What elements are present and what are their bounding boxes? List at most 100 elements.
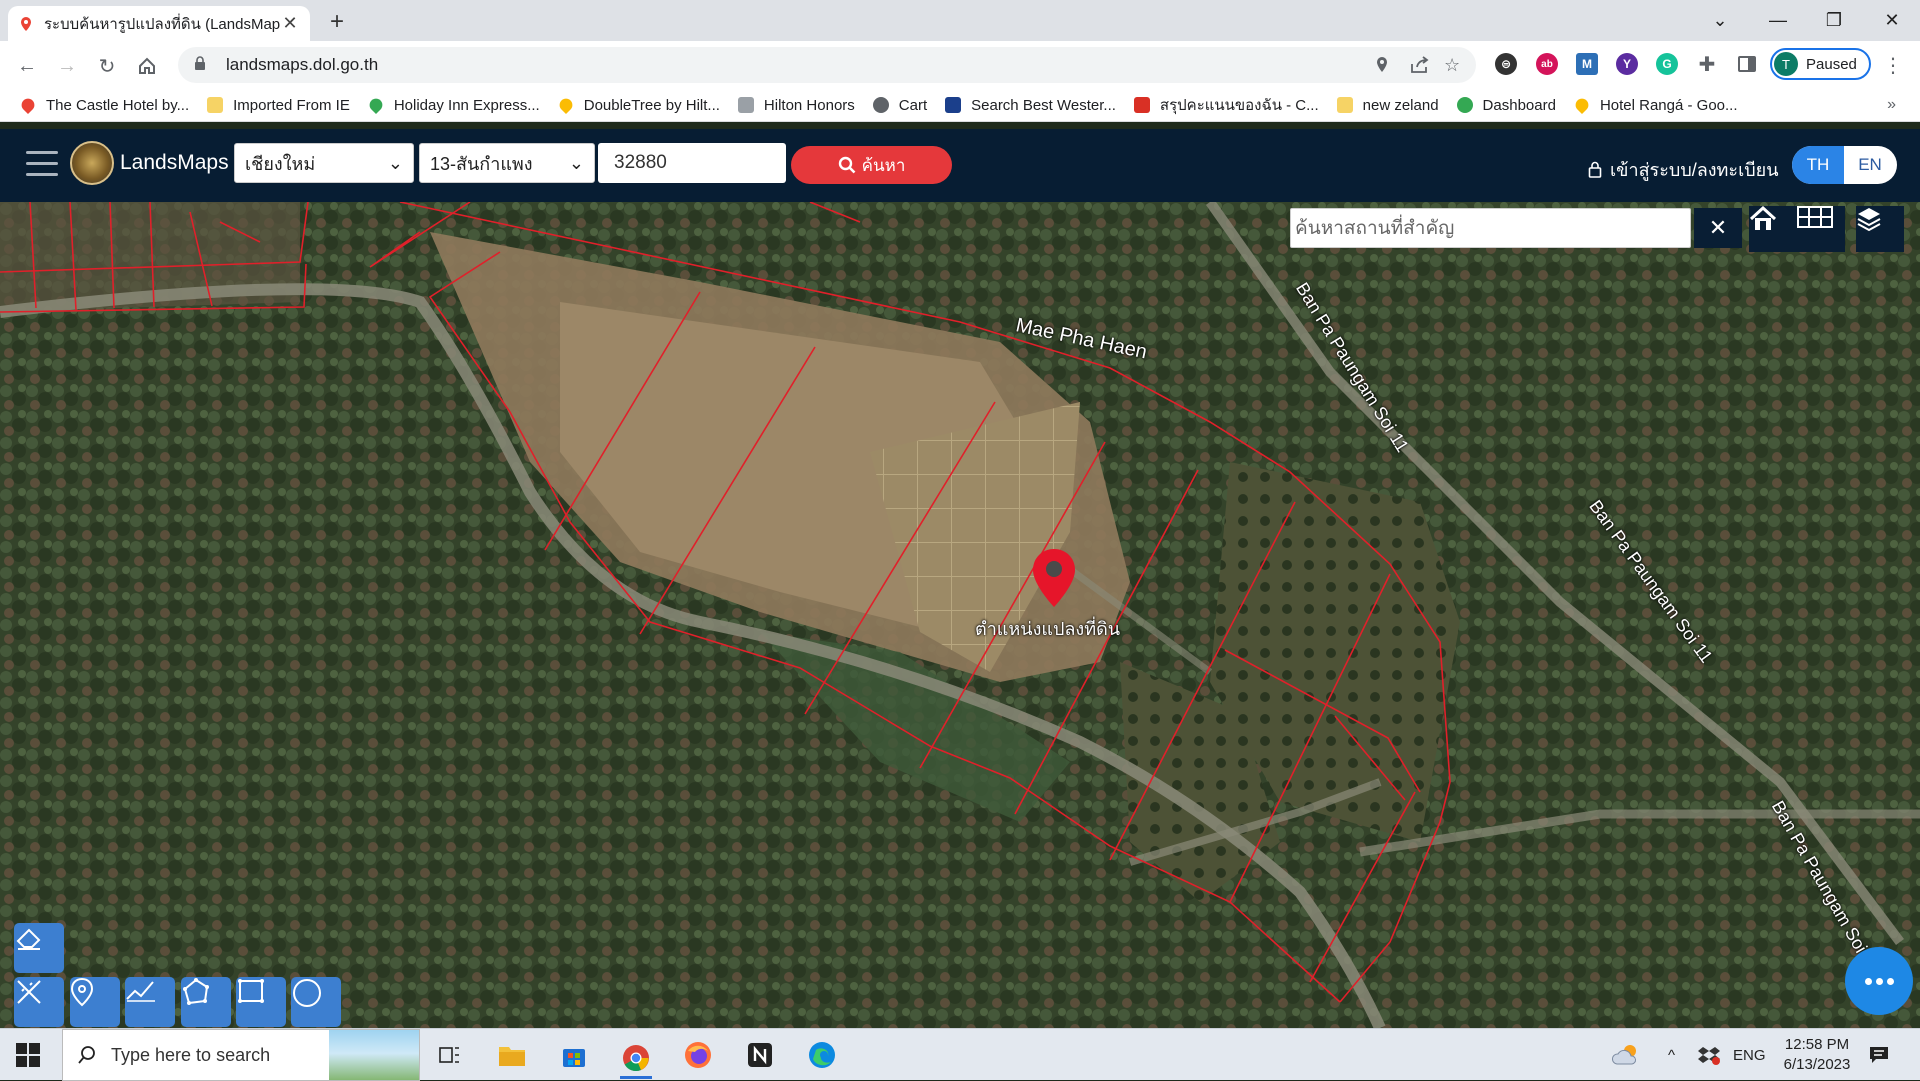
extension-1-icon[interactable]: ⊜	[1495, 53, 1517, 75]
browser-toolbar: ← → ↻ landsmaps.dol.go.th ☆ ⊜ ab M Y G ✚	[0, 41, 1920, 89]
bookmark-item[interactable]: DoubleTree by Hilt...	[556, 95, 720, 115]
tab-search-chevron-icon[interactable]: ⌄	[1692, 0, 1748, 41]
task-view-icon[interactable]	[434, 1039, 466, 1071]
extension-adblock-icon[interactable]: ab	[1536, 53, 1558, 75]
notification-center-icon[interactable]	[1868, 1029, 1890, 1081]
dropbox-icon[interactable]	[1698, 1029, 1720, 1081]
polyline-tool-button[interactable]	[125, 977, 175, 1027]
new-tab-button[interactable]: +	[322, 8, 352, 36]
satellite-imagery	[0, 202, 1920, 1028]
forward-button[interactable]: →	[52, 51, 82, 81]
bookmark-item[interactable]: Holiday Inn Express...	[366, 95, 540, 115]
rectangle-tool-button[interactable]	[236, 977, 286, 1027]
bookmarks-overflow-icon[interactable]: »	[1887, 96, 1896, 114]
province-select[interactable]: เชียงใหม่ ⌄	[234, 143, 414, 183]
measure-tool-button[interactable]	[14, 977, 64, 1027]
tab-close-icon[interactable]: ✕	[280, 13, 300, 34]
bookmark-label: Search Best Wester...	[971, 96, 1116, 114]
bookmark-item[interactable]: The Castle Hotel by...	[18, 95, 190, 115]
landmark-search-placeholder: ค้นหาสถานที่สำคัญ	[1295, 218, 1455, 239]
more-options-button[interactable]	[1845, 947, 1913, 1015]
parcel-location-label: ตำแหน่งแปลงที่ดิน	[975, 619, 1121, 639]
map-pin-icon	[366, 95, 385, 115]
dol-logo	[70, 141, 114, 185]
bookmark-item[interactable]: Cart	[872, 97, 927, 114]
side-panel-icon[interactable]	[1736, 53, 1758, 75]
polygon-icon	[183, 978, 209, 1005]
edge-icon[interactable]	[806, 1039, 838, 1071]
c-icon	[1133, 97, 1150, 113]
bookmark-star-icon[interactable]: ☆	[1444, 47, 1460, 83]
profile-button[interactable]: T Paused	[1770, 48, 1871, 80]
bookmark-item[interactable]: สรุปคะแนนของฉัน - C...	[1133, 93, 1319, 117]
login-link[interactable]: เข้าสู่ระบบ/ลงทะเบียน	[1588, 155, 1779, 184]
bookmark-item[interactable]: Dashboard	[1456, 96, 1556, 114]
bookmark-label: Hilton Honors	[763, 96, 855, 114]
extensions-puzzle-icon[interactable]: ✚	[1696, 53, 1718, 76]
landmark-search-input[interactable]: ค้นหาสถานที่สำคัญ	[1290, 208, 1691, 248]
location-icon[interactable]	[1374, 47, 1390, 83]
browser-tab-active[interactable]: ระบบค้นหารูปแปลงที่ดิน (LandsMaps ✕	[8, 6, 310, 41]
point-tool-button[interactable]	[70, 977, 120, 1027]
extension-grammarly-icon[interactable]: G	[1656, 53, 1678, 75]
maximize-button[interactable]: ❐	[1806, 0, 1862, 41]
bookmark-item[interactable]: Hilton Honors	[737, 96, 855, 114]
chrome-menu-icon[interactable]: ⋮	[1883, 53, 1903, 78]
system-clock[interactable]: 12:58 PM 6/13/2023	[1766, 1035, 1868, 1075]
circle-tool-button[interactable]	[291, 977, 341, 1027]
extension-m-icon[interactable]: M	[1576, 53, 1598, 75]
lang-en-button[interactable]: EN	[1844, 146, 1896, 184]
map-pin-icon	[556, 95, 575, 115]
home-view-button[interactable]	[1749, 206, 1797, 252]
grid-toggle-button[interactable]	[1797, 206, 1845, 252]
bw-icon	[945, 97, 962, 113]
bookmark-item[interactable]: Search Best Wester...	[945, 97, 1116, 114]
chrome-taskbar-icon[interactable]	[620, 1039, 652, 1079]
clear-search-button[interactable]: ✕	[1694, 208, 1742, 248]
notion-icon[interactable]	[744, 1039, 776, 1071]
microsoft-store-icon[interactable]	[558, 1039, 590, 1071]
bookmark-label: สรุปคะแนนของฉัน - C...	[1159, 97, 1319, 114]
dot-icon	[1886, 977, 1894, 985]
map-view[interactable]: Mae Pha Haen Ban Pa Paungam Soi 11 Ban P…	[0, 202, 1920, 1028]
input-language[interactable]: ENG	[1733, 1029, 1766, 1081]
reload-button[interactable]: ↻	[92, 51, 122, 81]
bookmark-label: The Castle Hotel by...	[46, 96, 190, 114]
district-select[interactable]: 13-สันกำแพง ⌄	[419, 143, 595, 183]
bookmark-item[interactable]: Hotel Rangá - Goo...	[1572, 95, 1738, 115]
back-button[interactable]: ←	[12, 51, 42, 81]
address-bar[interactable]: landsmaps.dol.go.th ☆	[178, 47, 1476, 83]
home-button[interactable]	[132, 51, 162, 81]
share-icon[interactable]	[1410, 47, 1430, 83]
windows-start-icon[interactable]	[16, 1043, 40, 1067]
parcel-number-value: 32880	[614, 152, 667, 173]
hamburger-menu-icon[interactable]	[26, 151, 58, 179]
map-pin-icon	[18, 95, 38, 115]
lock-icon	[194, 56, 212, 74]
map-pin-icon	[1572, 95, 1591, 115]
home-icon	[1749, 206, 1777, 230]
lang-th-button[interactable]: TH	[1792, 146, 1844, 184]
polygon-tool-button[interactable]	[181, 977, 231, 1027]
search-button[interactable]: ค้นหา	[791, 146, 952, 184]
bookmark-item[interactable]: Imported From IE	[207, 97, 350, 114]
polyline-icon	[126, 981, 155, 1002]
extension-y-icon[interactable]: Y	[1616, 53, 1638, 75]
file-explorer-icon[interactable]	[496, 1039, 528, 1071]
lock-icon	[1588, 161, 1602, 178]
eraser-tool-button[interactable]	[14, 923, 64, 973]
bookmark-item[interactable]: new zeland	[1336, 97, 1439, 114]
minimize-button[interactable]: —	[1750, 0, 1806, 41]
window-close-button[interactable]: ✕	[1864, 0, 1920, 41]
layers-button[interactable]	[1856, 206, 1904, 252]
weather-icon[interactable]	[1610, 1039, 1642, 1071]
parcel-number-input[interactable]: 32880	[598, 143, 786, 183]
parcel-location-pin-icon[interactable]	[1030, 547, 1078, 609]
eraser-icon	[16, 928, 41, 950]
search-button-label: ค้นหา	[861, 155, 906, 175]
tray-show-hidden-icon[interactable]: ^	[1668, 1029, 1675, 1081]
firefox-icon[interactable]	[682, 1039, 714, 1071]
taskbar-search-box[interactable]: Type here to search	[62, 1029, 420, 1081]
bookmark-label: Dashboard	[1482, 96, 1556, 114]
search-icon	[78, 1046, 95, 1064]
